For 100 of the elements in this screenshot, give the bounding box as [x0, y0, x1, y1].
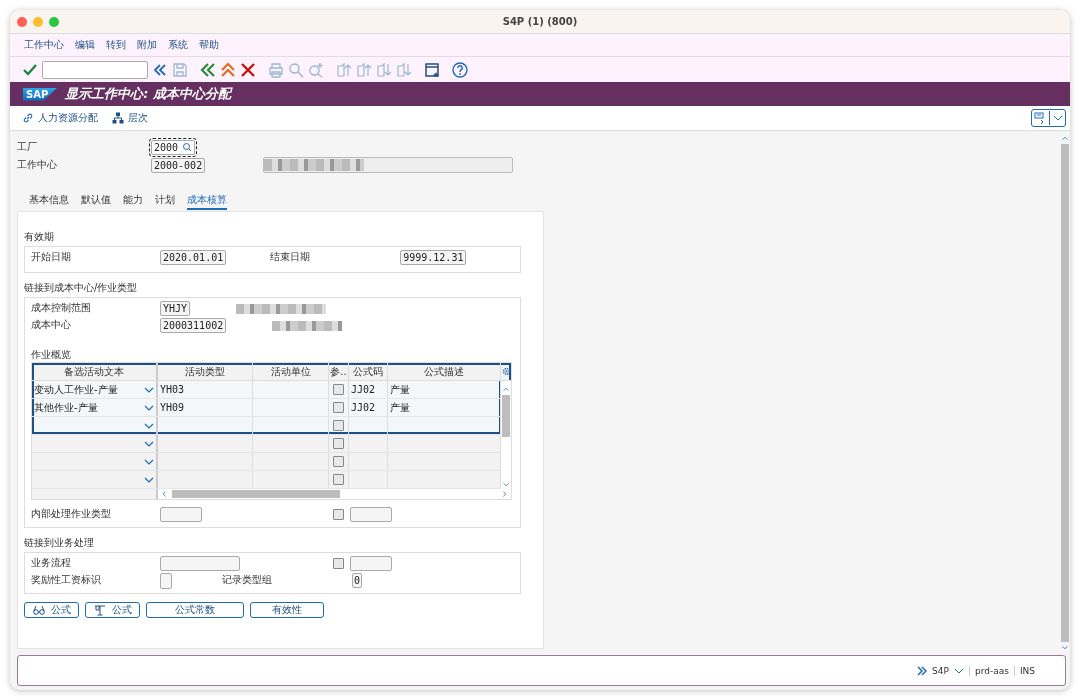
table-row[interactable]: 变动人工作业-产量 YH03 JJ02 产量 [32, 381, 501, 399]
command-field[interactable] [42, 60, 148, 79]
close-button[interactable] [17, 16, 27, 27]
field-label: 开始日期 [31, 251, 72, 264]
table-cell[interactable]: YH03 [158, 381, 253, 398]
checkbox[interactable] [333, 420, 344, 431]
table-cell[interactable]: YH09 [158, 399, 253, 416]
help-icon[interactable] [452, 61, 468, 78]
zoom-button[interactable] [49, 16, 59, 27]
tab[interactable]: 默认值 [81, 193, 111, 210]
field-label: 内部处理作业类型 [31, 508, 112, 521]
hierarchy-icon [112, 112, 124, 124]
toolbar-link[interactable]: 人力资源分配 [38, 111, 98, 125]
window-title: S4P (1) (800) [502, 16, 578, 27]
field-label: 奖励性工资标识 [31, 574, 102, 587]
table-row[interactable] [32, 417, 501, 435]
column-header[interactable]: 活动类型 [158, 363, 253, 380]
checkbox[interactable] [333, 509, 344, 520]
tab[interactable]: 能力 [123, 193, 143, 210]
vertical-scrollbar[interactable] [1060, 131, 1070, 652]
checkbox[interactable] [333, 384, 344, 395]
input-field[interactable] [350, 556, 392, 571]
tab[interactable]: 基本信息 [29, 193, 69, 210]
input-field[interactable]: YHJY [160, 301, 191, 316]
link-icon [22, 112, 34, 124]
settings-icon[interactable] [502, 367, 511, 376]
formula-button[interactable]: 公式 [85, 602, 140, 618]
search-icon[interactable] [288, 61, 304, 78]
formula-button[interactable]: 公式常数 [146, 602, 244, 618]
scroll-down-icon[interactable] [502, 481, 510, 489]
checkbox[interactable] [333, 558, 344, 569]
system-name: S4P [932, 665, 949, 676]
menu-item[interactable]: 帮助 [199, 38, 219, 52]
scroll-up-icon[interactable] [1061, 134, 1069, 142]
input-field[interactable] [160, 572, 172, 589]
scroll-left-icon[interactable] [160, 490, 168, 498]
exit-icon[interactable] [220, 61, 236, 78]
input-field[interactable]: 2020.01.01 [160, 250, 227, 265]
menu-item[interactable]: 系统 [168, 38, 188, 52]
column-header[interactable]: 活动单位 [253, 363, 329, 380]
tab[interactable]: 计划 [155, 193, 175, 210]
section-title: 作业概览 [31, 348, 72, 362]
message-icon [1034, 112, 1046, 124]
scroll-right-icon[interactable] [501, 490, 509, 498]
menu-split-button[interactable] [1031, 109, 1066, 127]
menu-item[interactable]: 工作中心 [24, 38, 64, 52]
checkbox[interactable] [333, 474, 344, 485]
first-page-icon[interactable] [336, 61, 352, 78]
field-label: 工作中心 [17, 158, 58, 172]
table-row[interactable]: 其他作业-产量 YH09 JJ02 产量 [32, 399, 501, 417]
minimize-button[interactable] [33, 16, 43, 27]
input-field[interactable] [160, 556, 240, 571]
sap-logo: SAP [23, 87, 58, 101]
table-cell[interactable]: JJ02 [349, 381, 388, 398]
horizontal-scrollbar[interactable] [158, 489, 511, 499]
group-title: 有效期 [24, 230, 55, 244]
double-chevron-left-icon[interactable] [152, 61, 168, 78]
field-label: 记录类型组 [222, 574, 273, 587]
cancel-icon[interactable] [240, 61, 256, 78]
back-icon[interactable] [200, 61, 216, 78]
input-field[interactable] [160, 507, 202, 522]
formula-button[interactable]: 有效性 [250, 602, 324, 618]
blurred-text [272, 320, 343, 331]
checkbox[interactable] [333, 456, 344, 467]
column-header[interactable]: 公式描述 [388, 363, 501, 380]
search-more-icon[interactable] [308, 61, 324, 78]
value-help-icon[interactable] [182, 142, 193, 152]
next-page-icon[interactable] [376, 61, 392, 78]
input-field[interactable]: 2000311002 [160, 318, 227, 333]
input-field[interactable]: 2000 [151, 139, 196, 155]
scroll-down-icon[interactable] [1061, 644, 1069, 652]
print-icon[interactable] [268, 61, 284, 78]
dropdown-icon [1053, 113, 1063, 123]
input-field[interactable] [350, 507, 392, 522]
checkbox[interactable] [333, 402, 344, 413]
vertical-scrollbar[interactable] [501, 381, 511, 489]
checkbox[interactable] [333, 438, 344, 449]
last-page-icon[interactable] [396, 61, 412, 78]
input-field[interactable]: 9999.12.31 [400, 250, 467, 265]
menu-item[interactable]: 转到 [106, 38, 126, 52]
input-field[interactable]: 2000-002 [151, 157, 206, 173]
table-cell[interactable]: JJ02 [349, 399, 388, 416]
field-label: 成本中心 [31, 319, 72, 332]
input-field[interactable]: 0 [352, 573, 363, 588]
double-chevron-right-icon[interactable] [917, 665, 928, 676]
field-label: 工厂 [17, 140, 38, 154]
scroll-up-icon[interactable] [502, 385, 510, 393]
toolbar-link[interactable]: 层次 [128, 111, 148, 125]
menu-item[interactable]: 附加 [137, 38, 157, 52]
menu-item[interactable]: 编辑 [75, 38, 95, 52]
group-title: 链接到业务处理 [24, 536, 95, 550]
window-icon[interactable] [424, 61, 440, 78]
formula-button[interactable]: 公式 [24, 602, 79, 618]
field-label: 业务流程 [31, 557, 72, 570]
column-header[interactable]: 公式码 [349, 363, 388, 380]
group-title: 链接到成本中心/作业类型 [24, 281, 139, 295]
screen-title: 显示工作中心: 成本中心分配 [65, 85, 231, 103]
previous-page-icon[interactable] [356, 61, 372, 78]
input-mode: INS [1013, 665, 1035, 676]
column-header[interactable]: 参.. [329, 363, 349, 380]
